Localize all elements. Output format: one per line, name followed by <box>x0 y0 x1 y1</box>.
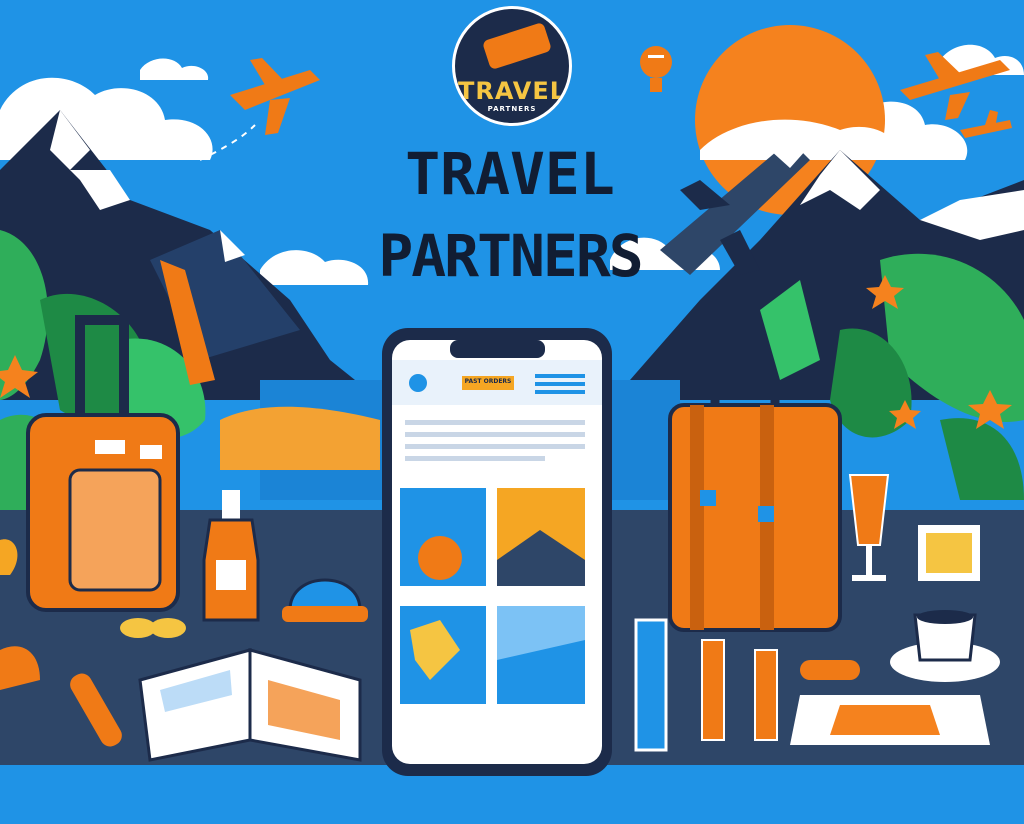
marker-2 <box>754 649 778 741</box>
logo-tagline: PARTNERS <box>487 105 537 113</box>
smartphone <box>382 328 612 776</box>
phone-banner-text: PAST ORDERS <box>464 378 512 385</box>
logo-plane-icon <box>481 21 553 71</box>
suitcase-right <box>668 380 842 632</box>
photo-frame <box>918 525 980 581</box>
marker-1 <box>701 639 725 741</box>
headline-line-2: PARTNERS <box>378 222 643 290</box>
travel-partners-illustration: TRAVEL PARTNERS TRAVEL PARTNERS PAST ORD… <box>0 0 1024 824</box>
headline-line-1: TRAVEL <box>405 140 615 208</box>
map-right <box>790 695 990 745</box>
lipbalm <box>800 660 860 680</box>
logo-name: TRAVEL <box>457 77 567 105</box>
passport <box>634 618 668 752</box>
beach <box>220 406 380 470</box>
logo-badge: TRAVEL PARTNERS <box>452 6 572 126</box>
